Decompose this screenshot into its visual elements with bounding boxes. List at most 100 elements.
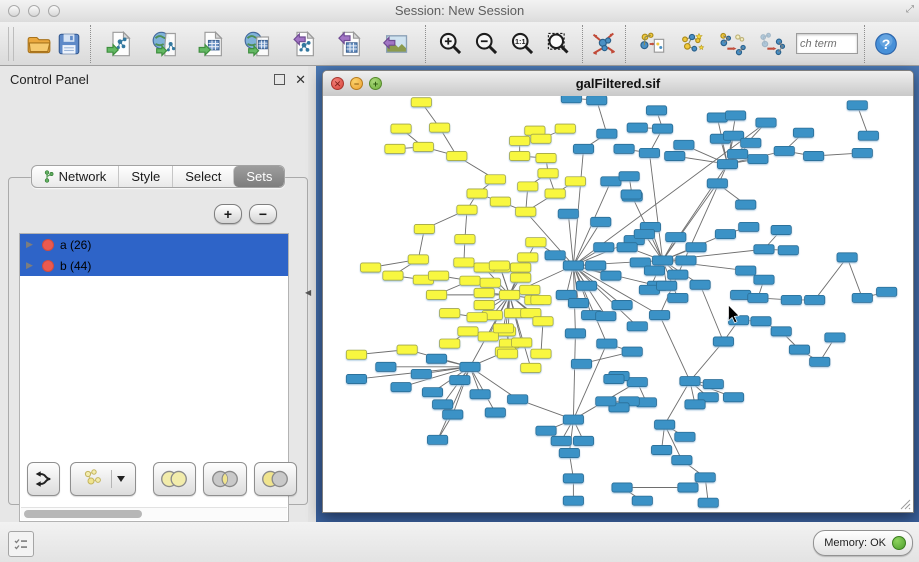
graph-node[interactable] <box>563 474 583 483</box>
graph-node[interactable] <box>573 436 593 445</box>
toolbar-drag-handle[interactable] <box>8 27 14 61</box>
graph-node[interactable] <box>576 281 596 290</box>
graph-node[interactable] <box>563 496 583 505</box>
graph-node[interactable] <box>383 271 403 280</box>
graph-node[interactable] <box>639 148 659 157</box>
graph-node[interactable] <box>457 205 477 214</box>
graph-node[interactable] <box>612 300 632 309</box>
graph-node[interactable] <box>545 189 565 198</box>
graph-node[interactable] <box>649 311 669 320</box>
graph-node[interactable] <box>511 263 531 272</box>
graph-node[interactable] <box>695 473 715 482</box>
float-panel-icon[interactable] <box>274 74 285 85</box>
export-image-button[interactable] <box>381 29 411 59</box>
graph-node[interactable] <box>877 287 897 296</box>
graph-node[interactable] <box>361 263 381 272</box>
graph-node[interactable] <box>597 129 617 138</box>
graph-node[interactable] <box>825 333 845 342</box>
graph-node[interactable] <box>568 298 588 307</box>
graph-node[interactable] <box>781 295 801 304</box>
graph-node[interactable] <box>601 177 621 186</box>
graph-node[interactable] <box>440 309 460 318</box>
graph-node[interactable] <box>558 209 578 218</box>
graph-node[interactable] <box>756 118 776 127</box>
graph-node[interactable] <box>646 106 666 115</box>
remove-set-button[interactable]: − <box>249 204 277 224</box>
graph-node[interactable] <box>489 261 509 270</box>
save-session-button[interactable] <box>54 29 84 59</box>
graph-node[interactable] <box>521 363 541 372</box>
graph-node[interactable] <box>397 345 417 354</box>
network-canvas[interactable] <box>323 96 913 512</box>
graph-node[interactable] <box>490 197 510 206</box>
graph-node[interactable] <box>652 256 672 265</box>
network-window-titlebar[interactable]: ✕ − + galFiltered.sif <box>323 71 913 97</box>
graph-node[interactable] <box>727 149 747 158</box>
graph-node[interactable] <box>526 238 546 247</box>
graph-node[interactable] <box>597 339 617 348</box>
graph-node[interactable] <box>774 146 794 155</box>
graph-node[interactable] <box>627 322 647 331</box>
network-stars-button[interactable] <box>677 29 707 59</box>
graph-node[interactable] <box>627 377 647 386</box>
open-session-button[interactable] <box>24 29 54 59</box>
graph-node[interactable] <box>632 496 652 505</box>
graph-node[interactable] <box>596 312 616 321</box>
create-set-dropdown-button[interactable] <box>70 462 136 496</box>
set-difference-button[interactable] <box>254 462 297 496</box>
graph-node[interactable] <box>736 200 756 209</box>
graph-node[interactable] <box>754 275 774 284</box>
graph-node[interactable] <box>703 380 723 389</box>
graph-node[interactable] <box>460 362 480 371</box>
tab-select[interactable]: Select <box>172 166 233 187</box>
set-row-a[interactable]: ▶ a (26) <box>20 234 288 255</box>
graph-node[interactable] <box>621 190 641 199</box>
graph-node[interactable] <box>778 246 798 255</box>
network-to-document-button[interactable] <box>637 29 667 59</box>
graph-node[interactable] <box>563 261 583 270</box>
memory-status-button[interactable]: Memory: OK <box>813 530 913 556</box>
graph-node[interactable] <box>447 151 467 160</box>
close-network-button[interactable]: ✕ <box>331 77 344 90</box>
graph-node[interactable] <box>668 270 688 279</box>
graph-node[interactable] <box>571 359 591 368</box>
horizontal-scrollbar[interactable] <box>21 507 287 520</box>
zoom-in-button[interactable] <box>435 29 465 59</box>
graph-node[interactable] <box>847 101 867 110</box>
graph-node[interactable] <box>376 362 396 371</box>
graph-node[interactable] <box>644 266 664 275</box>
graph-node[interactable] <box>617 243 637 252</box>
graph-node[interactable] <box>427 435 447 444</box>
graph-node[interactable] <box>741 138 761 147</box>
graph-node[interactable] <box>563 415 583 424</box>
zoom-out-button[interactable] <box>471 29 501 59</box>
scrollbar-thumb[interactable] <box>24 510 142 518</box>
graph-node[interactable] <box>601 271 621 280</box>
graph-node[interactable] <box>604 374 624 383</box>
graph-node[interactable] <box>474 300 494 309</box>
graph-node[interactable] <box>516 207 536 216</box>
export-network-button[interactable] <box>289 29 319 59</box>
graph-node[interactable] <box>666 233 686 242</box>
graph-node[interactable] <box>717 160 737 169</box>
graph-node[interactable] <box>531 134 551 143</box>
graph-node[interactable] <box>748 293 768 302</box>
graph-node[interactable] <box>559 448 579 457</box>
graph-node[interactable] <box>411 98 431 107</box>
graph-node[interactable] <box>518 182 538 191</box>
graph-node[interactable] <box>474 288 494 297</box>
graph-node[interactable] <box>467 189 487 198</box>
close-panel-icon[interactable]: ✕ <box>295 73 306 86</box>
graph-node[interactable] <box>725 111 745 120</box>
task-history-button[interactable] <box>8 531 34 557</box>
graph-node[interactable] <box>520 285 540 294</box>
import-table-file-button[interactable] <box>197 29 227 59</box>
graph-node[interactable] <box>771 327 791 336</box>
minimize-network-button[interactable]: − <box>350 77 363 90</box>
graph-node[interactable] <box>440 339 460 348</box>
graph-node[interactable] <box>510 136 530 145</box>
graph-node[interactable] <box>690 280 710 289</box>
graph-node[interactable] <box>555 124 575 133</box>
add-set-button[interactable]: + <box>214 204 242 224</box>
graph-node[interactable] <box>470 390 490 399</box>
